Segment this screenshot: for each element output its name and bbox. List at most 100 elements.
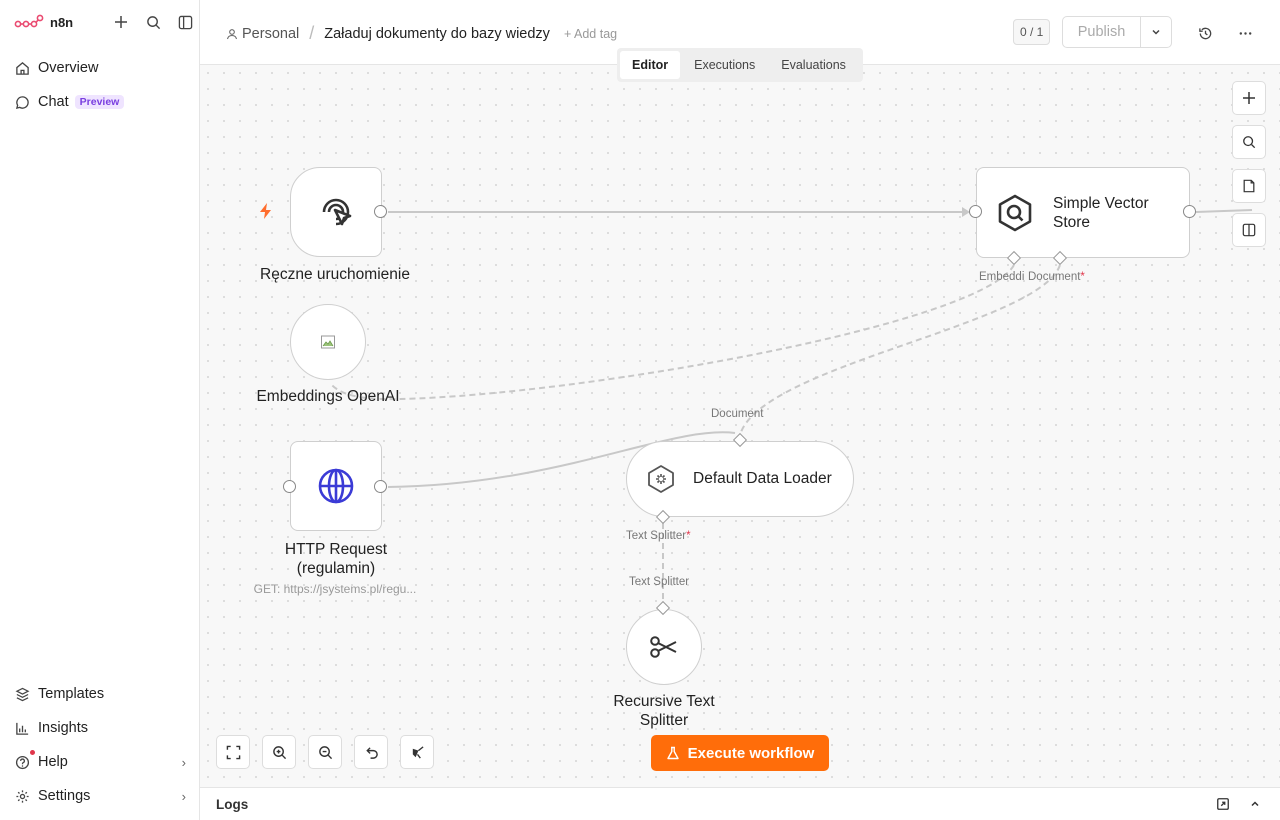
publish-button[interactable]: Publish <box>1063 17 1141 47</box>
node-label: Recursive Text Splitter <box>584 692 744 730</box>
chevron-right-icon: › <box>181 788 186 804</box>
sidebar-item-chat[interactable]: Chat Preview <box>0 85 200 119</box>
execute-workflow-button[interactable]: Execute workflow <box>651 735 829 771</box>
search-icon <box>1243 136 1256 149</box>
n8n-logo-icon <box>14 14 44 28</box>
execute-workflow-label: Execute workflow <box>687 744 815 762</box>
node-label-line1: Recursive Text <box>613 693 715 710</box>
globe-icon <box>318 468 354 504</box>
connector-label-loader-splitter: Text Splitter* <box>626 530 691 542</box>
scissors-icon <box>650 636 677 658</box>
add-tag-button[interactable]: + Add tag <box>564 27 617 41</box>
vector-store-icon <box>998 194 1032 231</box>
add-node-button[interactable] <box>1232 81 1266 115</box>
edge-document <box>739 264 1061 436</box>
tidy-up-button[interactable] <box>400 735 434 769</box>
sidebar-item-label: Insights <box>38 720 88 736</box>
search-icon[interactable] <box>144 13 162 31</box>
node-label-line2: Store <box>1053 213 1091 231</box>
node-label: Embeddings OpenAI <box>256 388 400 405</box>
node-sublabel: GET: https://jsystems.pl/regu... <box>253 582 417 596</box>
project-link[interactable]: Personal <box>226 26 299 42</box>
tab-editor[interactable]: Editor <box>620 51 681 79</box>
chevron-up-icon[interactable] <box>1246 795 1264 813</box>
node-embeddings-openai[interactable] <box>290 304 366 380</box>
workflow-title[interactable]: Załaduj dokumenty do bazy wiedzy <box>324 26 550 42</box>
preview-badge: Preview <box>74 95 125 109</box>
sticky-note-button[interactable] <box>1232 169 1266 203</box>
more-options-icon[interactable] <box>1236 24 1254 42</box>
sidebar-item-overview[interactable]: Overview <box>0 51 200 85</box>
required-mark: * <box>686 530 691 542</box>
fit-view-button[interactable] <box>216 735 250 769</box>
cursor-click-icon <box>322 198 352 226</box>
output-handle[interactable] <box>1183 205 1196 218</box>
lightning-icon <box>258 202 274 225</box>
node-http-request[interactable] <box>290 441 382 531</box>
connector-label-text: Document <box>1028 271 1081 283</box>
node-recursive-text-splitter[interactable] <box>626 609 702 685</box>
gear-icon <box>14 788 30 804</box>
sticky-note-icon <box>1243 179 1255 193</box>
sidebar-item-label: Templates <box>38 686 105 702</box>
plus-icon[interactable] <box>112 13 130 31</box>
connector-label-document: Document* <box>1028 271 1085 283</box>
undo-button[interactable] <box>354 735 388 769</box>
logs-panel-bar[interactable]: Logs <box>200 787 1280 820</box>
node-label: Default Data Loader <box>693 470 832 487</box>
required-mark: * <box>1080 271 1085 283</box>
sidebar-item-templates[interactable]: Templates <box>0 677 200 711</box>
sidebar-bottom-nav: Templates Insights Help › Settings › <box>0 677 200 813</box>
sidebar-toggle-icon[interactable] <box>176 13 194 31</box>
canvas-bottom-toolbar <box>216 735 434 769</box>
templates-icon <box>14 686 30 702</box>
publish-button-group: Publish <box>1062 16 1172 48</box>
sidebar-top-nav: Overview Chat Preview <box>0 51 200 119</box>
undo-icon <box>365 746 378 759</box>
tab-executions[interactable]: Executions <box>682 51 767 79</box>
sidebar-item-help[interactable]: Help › <box>0 745 200 779</box>
logo-row: n8n <box>14 10 194 34</box>
connector-label-splitter-input: Text Splitter <box>629 576 690 588</box>
node-label-line1: Simple Vector <box>1053 194 1149 212</box>
node-manual-trigger[interactable] <box>290 167 382 257</box>
breadcrumb: Personal / Załaduj dokumenty do bazy wie… <box>226 23 617 44</box>
data-loader-icon <box>648 465 674 493</box>
notification-dot <box>30 750 35 755</box>
input-handle[interactable] <box>969 205 982 218</box>
sidebar-item-label: Help <box>38 754 68 770</box>
history-icon[interactable] <box>1196 24 1214 42</box>
tab-evaluations[interactable]: Evaluations <box>769 51 858 79</box>
input-handle[interactable] <box>283 480 296 493</box>
toggle-panel-button[interactable] <box>1232 213 1266 247</box>
node-label: HTTP Request (regulamin) <box>256 540 416 578</box>
search-nodes-button[interactable] <box>1232 125 1266 159</box>
broom-icon <box>412 745 424 759</box>
help-icon <box>14 754 30 770</box>
home-icon <box>14 60 30 76</box>
zoom-out-button[interactable] <box>308 735 342 769</box>
zoom-in-button[interactable] <box>262 735 296 769</box>
chat-icon <box>14 94 30 110</box>
sidebar-item-label: Settings <box>38 788 91 804</box>
edge-embeddings <box>329 264 1015 401</box>
node-label-line2: (regulamin) <box>296 560 376 577</box>
workflow-canvas[interactable]: Ręczne uruchomienie Embeddings OpenAI HT… <box>200 65 1280 787</box>
open-logs-icon[interactable] <box>1214 795 1232 813</box>
sidebar-item-insights[interactable]: Insights <box>0 711 200 745</box>
chevron-right-icon: › <box>181 754 186 770</box>
breadcrumb-separator: / <box>309 23 315 43</box>
workflow-counter: 0 / 1 <box>1013 19 1051 45</box>
node-default-data-loader[interactable]: Default Data Loader <box>626 441 854 517</box>
sidebar-item-settings[interactable]: Settings › <box>0 779 200 813</box>
connector-label-loader-document: Document <box>711 408 764 420</box>
user-icon <box>226 28 238 39</box>
publish-dropdown[interactable] <box>1141 26 1171 38</box>
connector-label-embedding: Embeddi <box>979 271 1025 283</box>
flask-icon <box>666 746 679 760</box>
sidebar: n8n Overview Chat Preview Templates Insi… <box>0 0 200 820</box>
output-handle[interactable] <box>374 205 387 218</box>
node-label-line2: Splitter <box>639 712 689 729</box>
node-simple-vector-store[interactable]: Simple Vector Store <box>976 167 1190 258</box>
output-handle[interactable] <box>374 480 387 493</box>
